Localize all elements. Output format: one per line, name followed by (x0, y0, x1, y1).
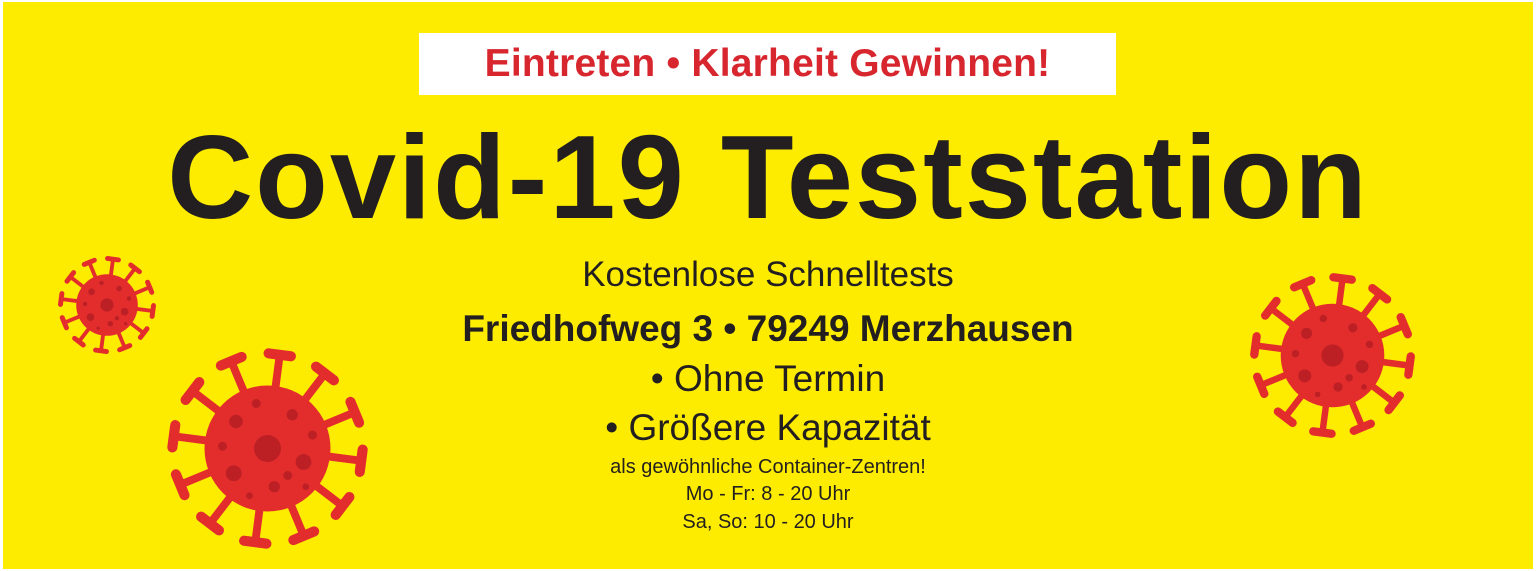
covid-teststation-banner: Eintreten • Klarheit Gewinnen! Covid-19 … (0, 0, 1536, 571)
virus-icon (58, 256, 156, 354)
virus-icon (167, 348, 368, 549)
tagline: Eintreten • Klarheit Gewinnen! (484, 42, 1051, 85)
virus-icon (1250, 273, 1415, 438)
page-title: Covid-19 Teststation (167, 111, 1369, 244)
tagline-box: Eintreten • Klarheit Gewinnen! (419, 33, 1116, 95)
